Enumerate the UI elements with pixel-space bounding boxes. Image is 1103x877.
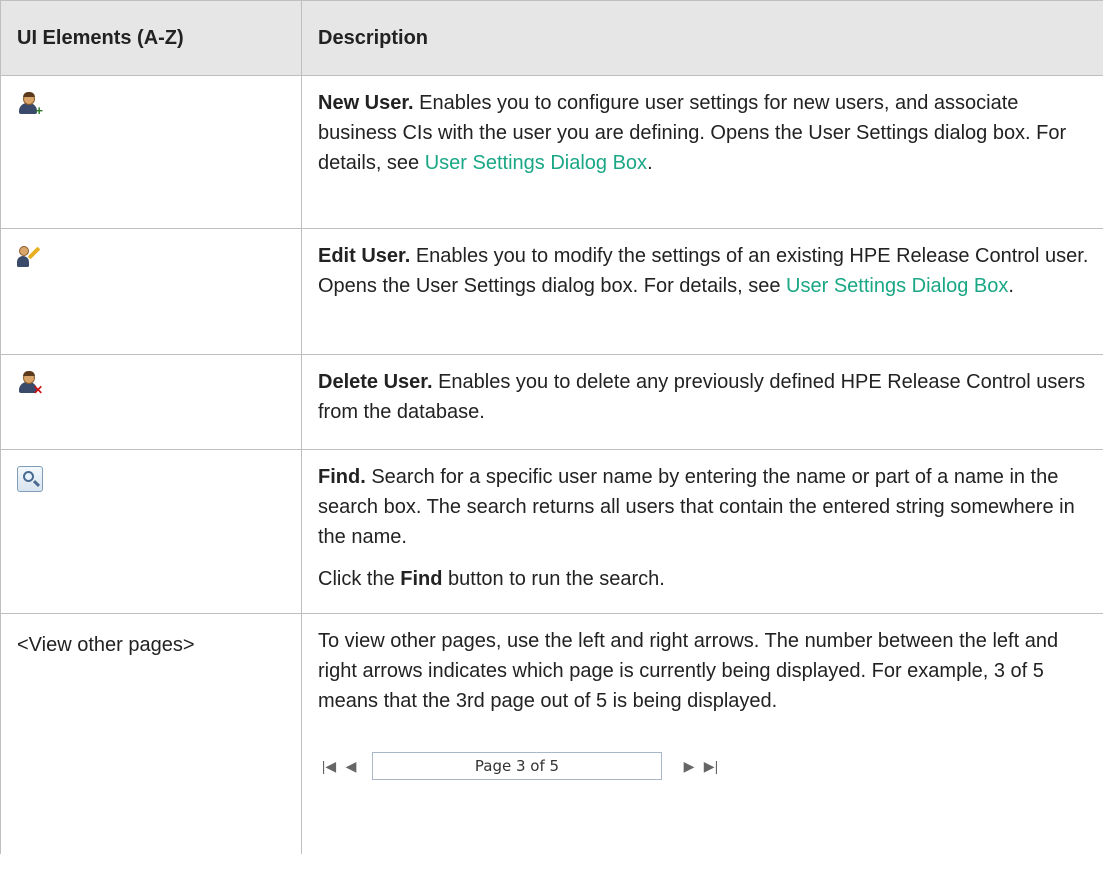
last-page-icon[interactable]: ▶|: [700, 751, 722, 781]
find-icon: [17, 466, 43, 492]
description-cell: To view other pages, use the left and ri…: [302, 614, 1103, 854]
user-settings-dialog-link[interactable]: User Settings Dialog Box: [425, 152, 647, 174]
description-cell: Find. Search for a specific user name by…: [318, 466, 1075, 590]
previous-page-icon[interactable]: ◀: [340, 751, 362, 781]
row-text: To view other pages, use the left and ri…: [318, 630, 1059, 712]
row-title: Delete User.: [318, 371, 433, 393]
page-indicator: Page 3 of 5: [372, 752, 662, 780]
header-description: Description: [318, 26, 429, 49]
edit-user-icon: [17, 245, 41, 269]
table-row: Edit User. Enables you to modify the set…: [0, 229, 1103, 355]
ui-elements-table: UI Elements (A-Z) Description + New User…: [0, 0, 1103, 854]
table-row: Find. Search for a specific user name by…: [0, 450, 1103, 614]
user-settings-dialog-link[interactable]: User Settings Dialog Box: [786, 275, 1008, 297]
delete-user-icon: ✕: [17, 371, 43, 396]
table-row: ✕ Delete User. Enables you to delete any…: [0, 355, 1103, 450]
first-page-icon[interactable]: |◀: [318, 751, 340, 781]
row-title: Edit User.: [318, 245, 411, 267]
table-row: <View other pages> To view other pages, …: [0, 614, 1103, 854]
row-text: Search for a specific user name by enter…: [318, 466, 1075, 548]
description-cell: New User. Enables you to configure user …: [318, 92, 1067, 174]
row-title: New User.: [318, 92, 414, 114]
new-user-icon: +: [17, 92, 43, 117]
header-ui-elements: UI Elements (A-Z): [1, 1, 302, 75]
description-cell: Delete User. Enables you to delete any p…: [302, 355, 1103, 449]
row-text: Enables you to delete any previously def…: [318, 371, 1086, 423]
table-row: + New User. Enables you to configure use…: [0, 76, 1103, 229]
table-header: UI Elements (A-Z) Description: [0, 0, 1103, 76]
row-title: Find.: [318, 466, 366, 488]
description-cell: Edit User. Enables you to modify the set…: [318, 245, 1089, 297]
pager-example: |◀ ◀ Page 3 of 5 ▶ ▶|: [318, 750, 1101, 782]
next-page-icon[interactable]: ▶: [678, 751, 700, 781]
row-element-label: <View other pages>: [1, 614, 302, 854]
